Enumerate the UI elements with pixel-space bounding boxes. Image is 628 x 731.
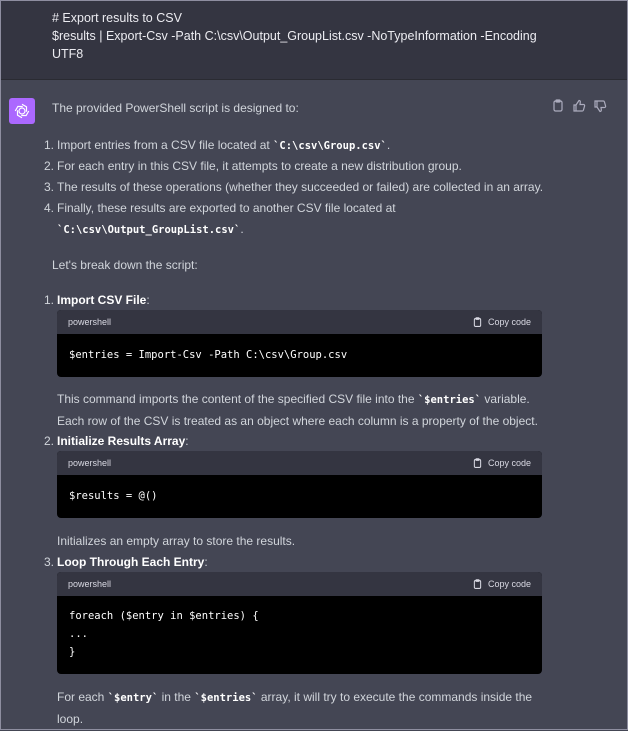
message-actions bbox=[551, 99, 607, 113]
assistant-message: The provided PowerShell script is design… bbox=[1, 80, 627, 731]
code-language: powershell bbox=[68, 579, 112, 589]
clipboard-icon bbox=[473, 316, 482, 327]
step-description: For each `$entry` in the `$entries` arra… bbox=[57, 690, 533, 726]
thumbs-up-icon[interactable] bbox=[572, 99, 586, 113]
code-language: powershell bbox=[68, 458, 112, 468]
code-content: $entries = Import-Csv -Path C:\csv\Group… bbox=[69, 349, 348, 361]
code-block: powershell Copy code $entries = Import-C… bbox=[57, 310, 542, 377]
copy-code-button[interactable]: Copy code bbox=[472, 572, 531, 596]
copy-code-button[interactable]: Copy code bbox=[472, 451, 531, 475]
copy-code-button[interactable]: Copy code bbox=[472, 310, 531, 334]
code-block: powershell Copy code foreach ($entry in … bbox=[57, 572, 542, 674]
step-description: Initializes an empty array to store the … bbox=[57, 534, 296, 548]
thumbs-down-icon[interactable] bbox=[593, 99, 607, 113]
code-block: powershell Copy code $results = @() bbox=[57, 451, 542, 518]
openai-logo-icon bbox=[9, 98, 35, 124]
step-heading: 2. Initialize Results Array: bbox=[43, 434, 189, 448]
list-item: 4. Finally, these results are exported t… bbox=[43, 201, 396, 236]
user-message-text: # Export results to CSV $results | Expor… bbox=[52, 9, 552, 63]
user-line-1: # Export results to CSV bbox=[52, 11, 182, 25]
user-line-3: UTF8 bbox=[52, 47, 84, 61]
code-content: $results = @() bbox=[69, 490, 158, 502]
user-line-2: $results | Export-Csv -Path C:\csv\Outpu… bbox=[52, 29, 537, 43]
code-language: powershell bbox=[68, 317, 112, 327]
list-item: 1. Import entries from a CSV file locate… bbox=[43, 138, 391, 152]
step-description: This command imports the content of the … bbox=[57, 392, 538, 428]
code-header: powershell Copy code bbox=[57, 310, 542, 334]
code-content: foreach ($entry in $entries) {...} bbox=[69, 610, 259, 658]
user-message: # Export results to CSV $results | Expor… bbox=[1, 1, 627, 80]
breakdown-text: Let's break down the script: bbox=[52, 258, 198, 272]
intro-text: The provided PowerShell script is design… bbox=[52, 101, 299, 115]
step-heading: 1. Import CSV File: bbox=[43, 293, 150, 307]
list-item: 3. The results of these operations (whet… bbox=[43, 180, 544, 194]
code-header: powershell Copy code bbox=[57, 451, 542, 475]
step-heading: 3. Loop Through Each Entry: bbox=[43, 555, 208, 569]
list-item: 2. For each entry in this CSV file, it a… bbox=[43, 159, 462, 173]
clipboard-icon[interactable] bbox=[551, 99, 565, 113]
clipboard-icon bbox=[473, 578, 482, 589]
clipboard-icon bbox=[473, 457, 482, 468]
code-header: powershell Copy code bbox=[57, 572, 542, 596]
